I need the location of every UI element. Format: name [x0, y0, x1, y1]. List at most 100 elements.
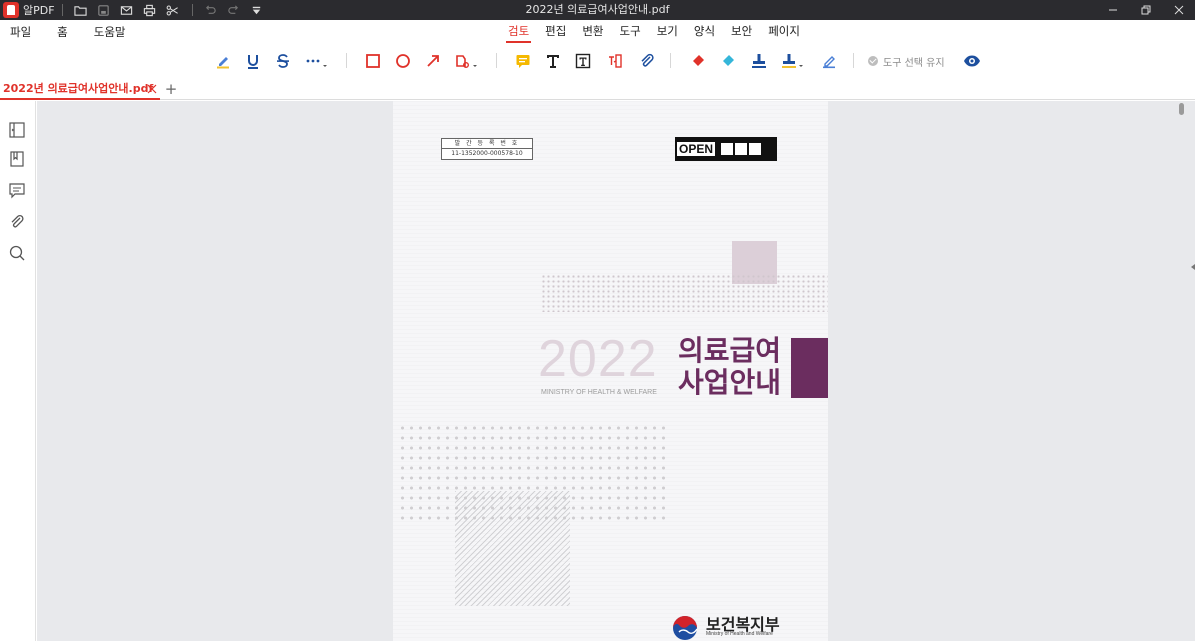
- cover-title: 의료급여 사업안내: [678, 335, 781, 399]
- bookmark-panel-button[interactable]: [8, 150, 26, 168]
- red-eraser-button[interactable]: [688, 51, 710, 71]
- comment-panel-button[interactable]: [8, 181, 26, 199]
- left-sidebar: [0, 101, 36, 641]
- blue-eraser-button[interactable]: [718, 51, 740, 71]
- underline-icon: [248, 55, 258, 69]
- registration-number: 11-1352000-000578-10: [451, 150, 523, 157]
- stamp-button[interactable]: [748, 51, 770, 71]
- note-button[interactable]: [512, 51, 534, 71]
- view-mode-button[interactable]: [961, 51, 983, 71]
- signature-pen-icon: [823, 56, 835, 69]
- cover-year: 2022: [538, 330, 658, 388]
- quick-access-menu-button[interactable]: [246, 0, 267, 20]
- callout-button[interactable]: [604, 51, 626, 71]
- keep-tool-label: 도구 선택 유지: [883, 57, 945, 69]
- expand-right-panel-handle[interactable]: [1191, 264, 1195, 270]
- tab-review[interactable]: 검토: [505, 20, 532, 43]
- strikethrough-button[interactable]: [272, 51, 294, 71]
- comment-icon: [9, 183, 25, 199]
- undo-icon: [205, 4, 216, 14]
- ellipse-button[interactable]: [392, 51, 414, 71]
- menu-home[interactable]: 홈: [57, 24, 68, 40]
- check-circle-icon: [868, 56, 878, 66]
- redo-icon: [227, 4, 238, 14]
- attachment-button[interactable]: [636, 51, 658, 71]
- mail-icon: [120, 5, 132, 15]
- divider: [670, 53, 671, 68]
- tab-view[interactable]: 보기: [657, 20, 678, 43]
- attachment-panel-button[interactable]: [8, 213, 26, 231]
- stamp-icon: [752, 54, 766, 68]
- arrow-button[interactable]: [422, 51, 444, 71]
- undo-button[interactable]: [200, 0, 221, 20]
- cut-button[interactable]: [162, 0, 183, 20]
- eye-icon: [964, 55, 980, 67]
- save-icon: [97, 4, 109, 16]
- thumbnail-panel-button[interactable]: [8, 121, 26, 139]
- shape-dropdown-icon: [456, 55, 477, 68]
- stamp-dropdown-button[interactable]: [778, 51, 808, 71]
- document-viewer[interactable]: 발 간 등 록 번 호 11-1352000-000578-10 OPEN 20…: [37, 101, 1195, 641]
- close-button[interactable]: [1162, 0, 1195, 20]
- restore-button[interactable]: [1129, 0, 1162, 20]
- rectangle-icon: [366, 54, 380, 68]
- printer-icon: [143, 4, 155, 16]
- stamp-dropdown-icon: [782, 54, 803, 68]
- paperclip-icon: [11, 214, 24, 228]
- cover-title-line1: 의료급여: [678, 334, 782, 367]
- new-tab-button[interactable]: +: [164, 81, 178, 97]
- divider: [853, 53, 854, 68]
- pdf-page: 발 간 등 록 번 호 11-1352000-000578-10 OPEN 20…: [393, 101, 828, 641]
- menu-file[interactable]: 파일: [10, 24, 31, 40]
- ministry-name-english: Ministry of Health and Welfare: [706, 631, 773, 637]
- print-button[interactable]: [139, 0, 160, 20]
- open-folder-button[interactable]: [70, 0, 91, 20]
- tab-form[interactable]: 양식: [694, 20, 715, 43]
- decorative-bar: [791, 338, 828, 398]
- close-tab-icon[interactable]: [146, 83, 158, 95]
- document-tab[interactable]: 2022년 의료급여사업안내.pdf: [0, 78, 160, 100]
- shape-dropdown-button[interactable]: [452, 51, 482, 71]
- registration-box: 발 간 등 록 번 호 11-1352000-000578-10: [441, 138, 533, 160]
- window-controls: [1096, 0, 1195, 20]
- registration-label: 발 간 등 록 번 호: [442, 139, 532, 149]
- redo-button[interactable]: [223, 0, 244, 20]
- tab-security[interactable]: 보안: [731, 20, 752, 43]
- tab-tools[interactable]: 도구: [620, 20, 641, 43]
- tab-edit[interactable]: 편집: [545, 20, 566, 43]
- note-icon: [516, 55, 530, 68]
- save-button[interactable]: [93, 0, 114, 20]
- ministry-english: MINISTRY OF HEALTH & WELFARE: [541, 389, 657, 396]
- menu-left: 파일 홈 도움말: [10, 20, 152, 43]
- vertical-scrollbar[interactable]: [1179, 103, 1184, 115]
- ribbon-tabs: 검토 편집 변환 도구 보기 양식 보안 페이지: [505, 20, 816, 43]
- open-license-logo: OPEN: [675, 137, 777, 161]
- typewriter-button[interactable]: [542, 51, 564, 71]
- menu-bar: 파일 홈 도움말 검토 편집 변환 도구 보기 양식 보안 페이지: [0, 20, 1195, 43]
- divider: [346, 53, 347, 68]
- more-icon: [306, 59, 327, 67]
- restore-icon: [1141, 5, 1150, 15]
- review-toolbar: 도구 선택 유지: [0, 43, 1195, 78]
- highlight-button[interactable]: [212, 51, 234, 71]
- red-eraser-icon: [693, 55, 704, 66]
- email-button[interactable]: [116, 0, 137, 20]
- document-tab-label: 2022년 의료급여사업안내.pdf: [3, 82, 154, 95]
- textbox-button[interactable]: [572, 51, 594, 71]
- menu-help[interactable]: 도움말: [94, 24, 126, 40]
- more-markup-button[interactable]: [302, 51, 332, 71]
- highlight-icon: [217, 57, 229, 69]
- app-logo-icon: [3, 2, 19, 18]
- signature-button[interactable]: [818, 51, 840, 71]
- search-panel-button[interactable]: [8, 244, 26, 262]
- rectangle-button[interactable]: [362, 51, 384, 71]
- underline-button[interactable]: [242, 51, 264, 71]
- minimize-button[interactable]: [1096, 0, 1129, 20]
- tab-page[interactable]: 페이지: [768, 20, 800, 43]
- callout-icon: [609, 54, 622, 68]
- close-icon: [1174, 5, 1183, 15]
- keep-tool-selected-toggle[interactable]: 도구 선택 유지: [868, 51, 945, 71]
- tab-convert[interactable]: 변환: [582, 20, 603, 43]
- caret-down-icon: [252, 6, 260, 14]
- app-name: 알PDF: [23, 4, 55, 17]
